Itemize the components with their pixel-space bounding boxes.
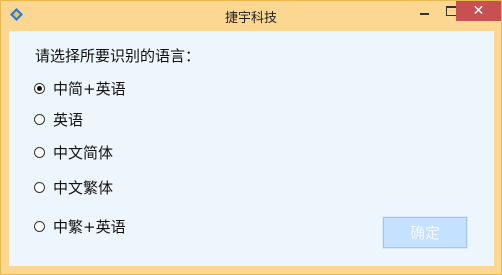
radio-button-icon[interactable] [34, 113, 45, 125]
dialog-content: 请选择所要识别的语言： 中简+英语 英语 中文简体 中文繁体 中繁+英语 确定 [9, 31, 494, 266]
minimize-icon [420, 13, 429, 15]
radio-option-english[interactable]: 英语 [34, 109, 83, 129]
radio-button-checked-icon[interactable] [34, 82, 45, 94]
dialog-window: 捷宇科技 ✕ 请选择所要识别的语言： 中简+英语 英语 中文简体 中文繁体 中繁… [0, 0, 502, 275]
radio-option-chs-eng[interactable]: 中简+英语 [34, 78, 126, 98]
radio-option-traditional-chinese[interactable]: 中文繁体 [34, 177, 113, 197]
minimize-button[interactable] [411, 1, 438, 21]
close-icon: ✕ [472, 3, 485, 19]
radio-button-icon[interactable] [34, 181, 45, 193]
radio-button-icon[interactable] [34, 146, 45, 158]
radio-option-label: 中简+英语 [53, 79, 126, 98]
radio-option-label: 英语 [53, 110, 84, 129]
radio-option-label: 中文简体 [53, 143, 114, 162]
radio-option-simplified-chinese[interactable]: 中文简体 [34, 142, 113, 162]
language-prompt: 请选择所要识别的语言： [35, 47, 201, 65]
radio-option-label: 中文繁体 [53, 178, 114, 197]
radio-button-icon[interactable] [34, 220, 45, 232]
close-button[interactable]: ✕ [456, 1, 501, 21]
title-bar[interactable]: 捷宇科技 ✕ [1, 1, 501, 29]
ok-button[interactable]: 确定 [382, 216, 468, 249]
radio-option-label: 中繁+英语 [53, 217, 126, 236]
radio-option-cht-eng[interactable]: 中繁+英语 [34, 216, 126, 236]
